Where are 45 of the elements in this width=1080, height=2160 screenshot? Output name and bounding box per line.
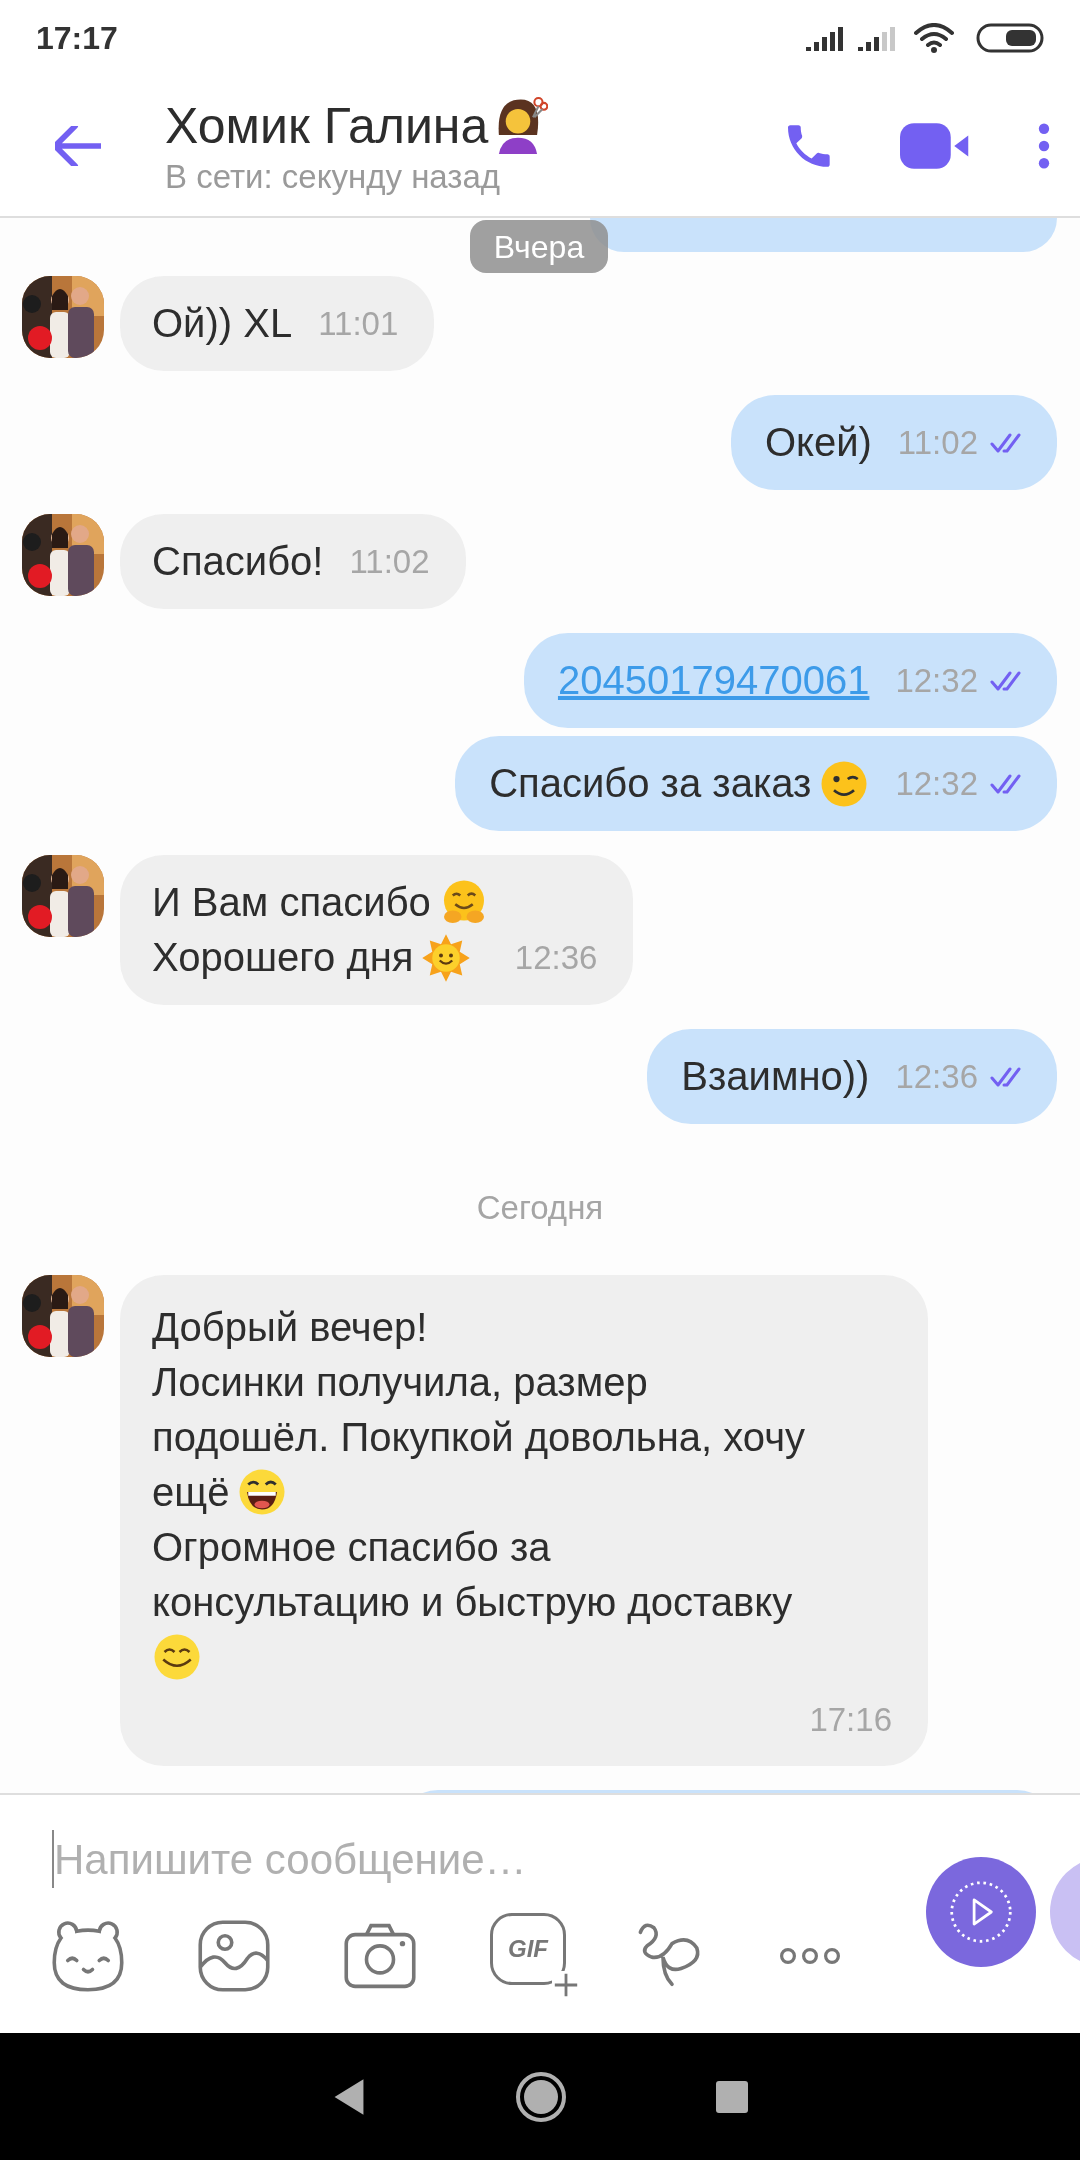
message-time: 12:32 bbox=[895, 660, 978, 701]
message-text: Спасибо! bbox=[152, 538, 324, 585]
camera-icon[interactable] bbox=[344, 1923, 416, 1989]
message-time: 12:36 bbox=[514, 937, 598, 978]
more-icon[interactable] bbox=[780, 1948, 840, 1964]
date-separator: Сегодня bbox=[476, 1188, 604, 1228]
more-options-icon[interactable] bbox=[1038, 122, 1050, 169]
message-time: 12:36 bbox=[895, 1056, 978, 1097]
message-time: 12:32 bbox=[895, 763, 978, 804]
online-status: В сети: секунду назад bbox=[165, 156, 502, 197]
text-cursor bbox=[52, 1830, 54, 1888]
date-label: Вчера bbox=[470, 220, 608, 273]
message-text: Хорошего дня bbox=[152, 934, 414, 981]
back-arrow-icon[interactable] bbox=[55, 125, 101, 166]
message-text: ещё bbox=[152, 1468, 230, 1516]
bear-face-icon[interactable] bbox=[52, 1920, 124, 1992]
phone-icon[interactable] bbox=[788, 123, 832, 168]
message-text: Ой)) XL bbox=[152, 300, 293, 347]
image-icon[interactable] bbox=[198, 1920, 270, 1992]
recents-nav-button[interactable] bbox=[716, 2080, 748, 2113]
message-time: 11:01 bbox=[318, 303, 399, 344]
message-text: консультацию и быструю доставку bbox=[152, 1578, 793, 1626]
message-time: 11:02 bbox=[897, 422, 978, 463]
message-text: И Вам спасибо bbox=[152, 879, 431, 926]
contact-name: Хомик Галина bbox=[165, 96, 489, 156]
message-text: Спасибо за заказ bbox=[489, 760, 812, 807]
video-camera-icon[interactable] bbox=[900, 122, 970, 169]
message-text: Добрый вечер! bbox=[152, 1303, 428, 1351]
clock: 17:17 bbox=[36, 18, 118, 58]
signal-icon bbox=[858, 24, 898, 51]
message-text: Огромное спасибо за bbox=[152, 1523, 551, 1571]
wifi-icon bbox=[914, 22, 954, 53]
message-text: подошёл. Покупкой довольна, хочу bbox=[152, 1413, 806, 1461]
message-text: Лосинки получила, размер bbox=[152, 1358, 648, 1406]
message-time: 11:02 bbox=[349, 541, 430, 582]
battery-icon bbox=[976, 22, 1044, 53]
play-icon bbox=[950, 1881, 1012, 1943]
signal-icon bbox=[806, 24, 846, 51]
message-text: Взаимно)) bbox=[681, 1053, 870, 1100]
sun-icon bbox=[421, 932, 472, 983]
message-time: 17:16 bbox=[809, 1699, 892, 1740]
message-text: Окей) bbox=[764, 419, 872, 466]
smiling-face-icon bbox=[152, 1632, 202, 1682]
home-nav-button[interactable] bbox=[516, 2071, 566, 2122]
message-input[interactable]: Напишите сообщение… bbox=[54, 1827, 880, 1891]
